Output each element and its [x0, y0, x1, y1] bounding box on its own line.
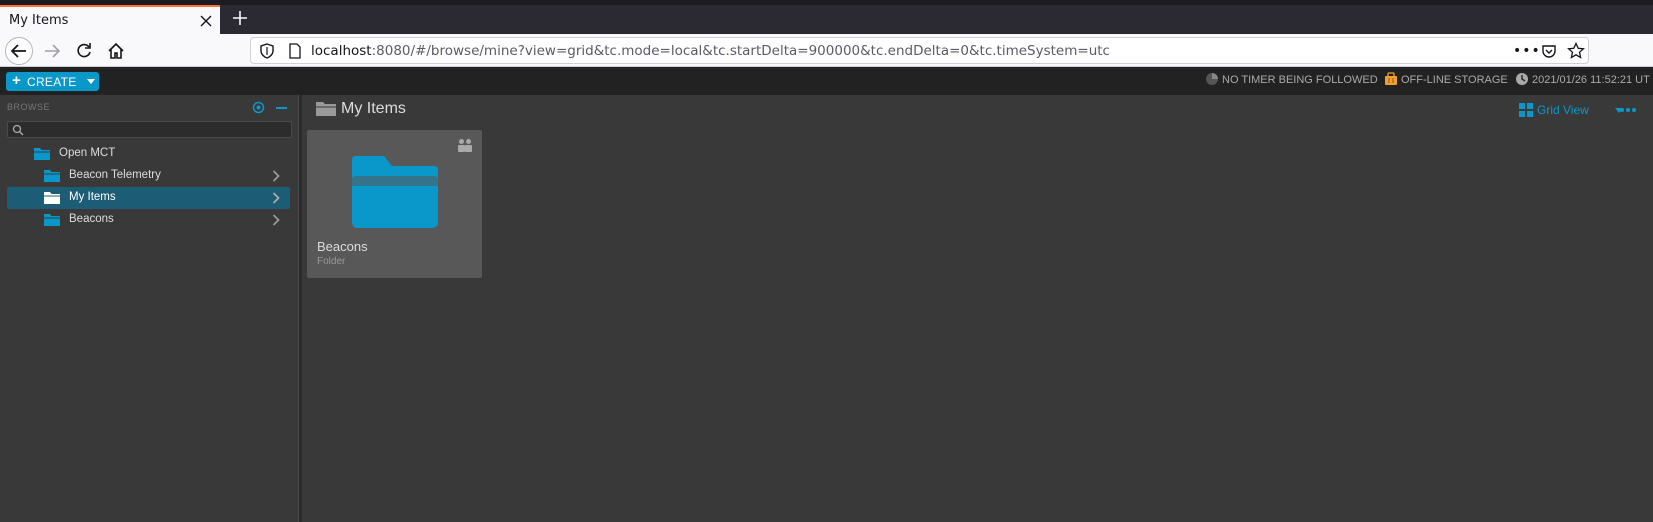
folder-icon — [34, 148, 50, 160]
back-button[interactable] — [5, 37, 33, 65]
folder-icon — [44, 192, 60, 204]
storage-icon — [1385, 72, 1397, 85]
tree-search[interactable] — [7, 121, 292, 138]
storage-status-text: OFF-LINE STORAGE — [1401, 74, 1508, 86]
reload-button[interactable] — [70, 37, 98, 65]
timer-icon — [1206, 73, 1218, 85]
star-icon[interactable] — [1567, 42, 1585, 60]
chevron-down-icon — [87, 79, 95, 84]
search-icon — [12, 124, 24, 136]
grid-item-name: Beacons — [317, 239, 368, 254]
page-icon[interactable] — [287, 43, 303, 59]
url-bar[interactable]: localhost:8080/#/browse/mine?view=grid&t… — [250, 37, 1589, 64]
view-label: Grid View — [1537, 103, 1589, 117]
browser-tabstrip: My Items — [0, 0, 1653, 34]
folder-icon — [316, 102, 336, 116]
back-icon — [10, 44, 26, 58]
url-host: localhost — [311, 43, 372, 59]
app-header: + CREATE NO TIMER BEING FOLLOWED OFF-LIN… — [0, 67, 1653, 95]
url-text[interactable]: localhost:8080/#/browse/mine?view=grid&t… — [311, 43, 1110, 59]
chevron-right-icon[interactable] — [272, 170, 280, 182]
clock-text: 2021/01/26 11:52:21 UT — [1532, 74, 1650, 86]
collapse-icon[interactable] — [276, 107, 287, 109]
grid-item-beacons[interactable]: Beacons Folder — [307, 130, 482, 278]
tree-item-label: My Items — [69, 191, 116, 203]
reload-icon — [77, 43, 91, 58]
tabstrip-top-edge — [0, 0, 1653, 5]
grid-view-icon — [1519, 103, 1533, 117]
tree-item-label: Open MCT — [59, 147, 116, 159]
url-path: :8080/#/browse/mine?view=grid&tc.mode=lo… — [371, 43, 1110, 59]
tree-item-label: Beacon Telemetry — [69, 169, 161, 181]
folder-icon — [44, 214, 60, 226]
tab-title: My Items — [9, 13, 69, 28]
close-icon[interactable] — [199, 14, 213, 28]
pocket-icon[interactable] — [1541, 43, 1557, 59]
shared-people-icon — [458, 139, 472, 152]
tree-item-label: Beacons — [69, 213, 114, 225]
pane-splitter[interactable] — [298, 95, 302, 522]
timer-status-text: NO TIMER BEING FOLLOWED — [1222, 74, 1378, 86]
browser-tab-active[interactable]: My Items — [0, 5, 220, 34]
chevron-right-icon[interactable] — [272, 214, 280, 226]
more-icon[interactable] — [1619, 107, 1637, 113]
create-label: CREATE — [27, 75, 77, 89]
locate-icon[interactable] — [252, 101, 265, 114]
plus-icon: + — [12, 72, 21, 89]
search-input[interactable] — [28, 122, 288, 137]
home-button[interactable] — [102, 37, 130, 65]
chevron-right-icon[interactable] — [272, 192, 280, 204]
forward-button[interactable] — [38, 37, 66, 65]
new-tab-icon[interactable] — [232, 10, 248, 26]
tree-item-beacon-telemetry[interactable]: Beacon Telemetry — [7, 165, 290, 187]
grid-item-type: Folder — [317, 256, 346, 267]
create-button[interactable]: + CREATE — [6, 72, 99, 91]
folder-icon — [44, 170, 60, 182]
tree-item-beacons[interactable]: Beacons — [7, 209, 290, 231]
browse-sidebar: BROWSE Open MCT Beacon Telemetry My Item… — [0, 95, 298, 522]
shield-icon[interactable] — [259, 43, 275, 59]
page-actions-button[interactable]: ••• — [1513, 43, 1541, 59]
tree-item-my-items[interactable]: My Items — [7, 187, 290, 209]
home-icon — [108, 42, 124, 59]
page-title: My Items — [341, 100, 406, 117]
clock-icon — [1516, 73, 1528, 85]
forward-icon — [45, 44, 61, 58]
tree-item-open-mct[interactable]: Open MCT — [7, 143, 290, 165]
folder-icon — [352, 156, 438, 228]
browse-label: BROWSE — [7, 102, 51, 112]
